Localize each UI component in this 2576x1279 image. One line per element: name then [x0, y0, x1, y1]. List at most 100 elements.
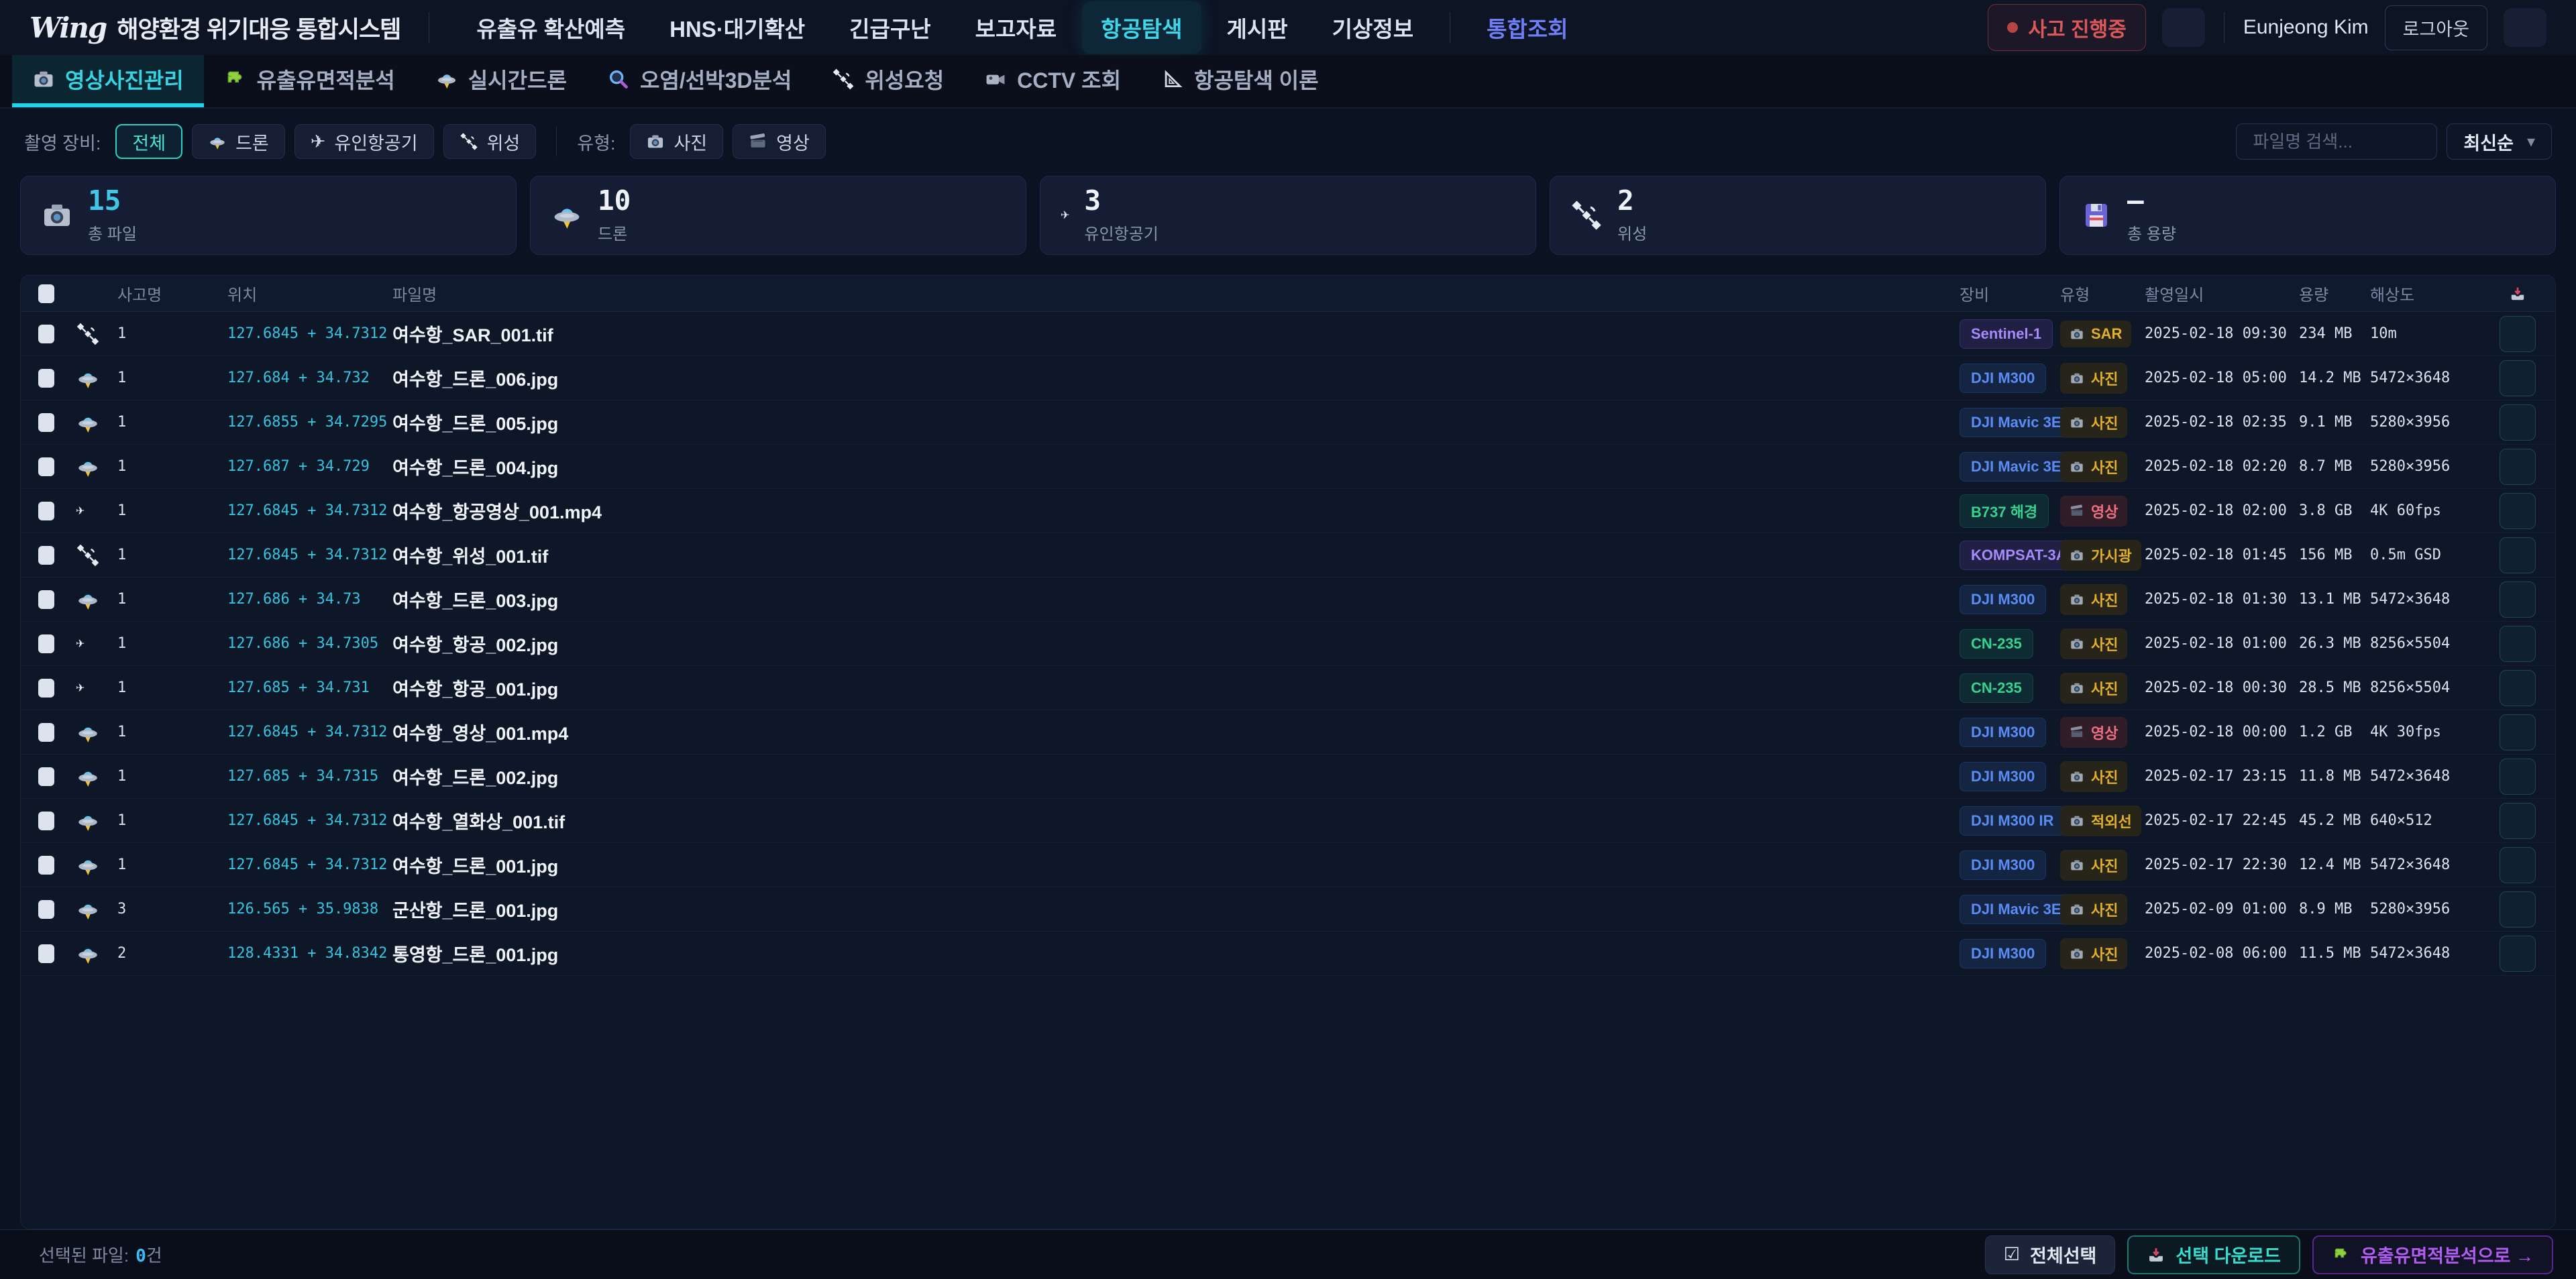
location-coordinates[interactable]: 127.6845 + 34.7312 [227, 325, 392, 342]
ufo-icon [76, 809, 117, 833]
logout-button[interactable]: 로그아웃 [2385, 5, 2487, 50]
col-incident: 사고명 [117, 282, 227, 305]
row-checkbox[interactable] [38, 546, 54, 565]
row-checkbox[interactable] [38, 325, 54, 343]
download-button[interactable] [2500, 714, 2536, 750]
location-coordinates[interactable]: 127.6855 + 34.7295 [227, 414, 392, 431]
row-checkbox[interactable] [38, 369, 54, 388]
select-all-button[interactable]: ☑ 전체선택 [1985, 1235, 2116, 1274]
table-row[interactable]: 1 127.687 + 34.729 여수항_드론_004.jpg DJI Ma… [21, 445, 2555, 489]
row-checkbox[interactable] [38, 502, 54, 520]
row-checkbox[interactable] [38, 590, 54, 609]
location-coordinates[interactable]: 127.685 + 34.7315 [227, 768, 392, 785]
location-coordinates[interactable]: 127.685 + 34.731 [227, 679, 392, 696]
table-row[interactable]: 1 127.6845 + 34.7312 여수항_드론_001.jpg DJI … [21, 843, 2555, 887]
row-checkbox[interactable] [38, 900, 54, 919]
row-checkbox[interactable] [38, 723, 54, 742]
filter-button[interactable]: 사진 [630, 124, 723, 159]
location-coordinates[interactable]: 127.687 + 34.729 [227, 458, 392, 475]
table-row[interactable]: 1 127.6845 + 34.7312 여수항_SAR_001.tif Sen… [21, 312, 2555, 356]
plane-icon: ✈ [311, 131, 326, 152]
nav-item[interactable]: 보고자료 [957, 1, 1075, 54]
filter-button[interactable]: ✈ 유인항공기 [294, 124, 434, 159]
table-row[interactable]: 1 127.6845 + 34.7312 여수항_위성_001.tif KOMP… [21, 533, 2555, 577]
location-coordinates[interactable]: 128.4331 + 34.8342 [227, 945, 392, 962]
clapper-icon [2070, 504, 2084, 518]
filter-button[interactable]: 전체 [115, 124, 182, 159]
row-checkbox[interactable] [38, 812, 54, 830]
nav-item[interactable]: 긴급구난 [830, 1, 949, 54]
notifications-button[interactable] [2162, 8, 2205, 47]
download-button[interactable] [2500, 537, 2536, 573]
table-row[interactable]: 3 126.565 + 35.9838 군산항_드론_001.jpg DJI M… [21, 887, 2555, 932]
row-checkbox[interactable] [38, 457, 54, 476]
table-row[interactable]: 1 127.685 + 34.7315 여수항_드론_002.jpg DJI M… [21, 755, 2555, 799]
filter-button[interactable]: 영상 [733, 124, 826, 159]
tab[interactable]: 유출유면적분석 [204, 55, 415, 107]
table-row[interactable]: 1 127.6845 + 34.7312 여수항_열화상_001.tif DJI… [21, 799, 2555, 843]
table-row[interactable]: ✈ 1 127.6845 + 34.7312 여수항_항공영상_001.mp4 … [21, 489, 2555, 533]
nav-item[interactable]: 항공탐색 [1082, 1, 1201, 54]
captured-at-cell: 2025-02-18 01:45 [2145, 547, 2299, 563]
row-checkbox[interactable] [38, 679, 54, 698]
download-button[interactable] [2500, 581, 2536, 618]
nav-item[interactable]: 게시판 [1208, 1, 1307, 54]
location-coordinates[interactable]: 127.6845 + 34.7312 [227, 856, 392, 873]
tab[interactable]: 오염/선박3D분석 [587, 55, 812, 107]
table-row[interactable]: 1 127.686 + 34.73 여수항_드론_003.jpg DJI M30… [21, 577, 2555, 622]
table-row[interactable]: ✈ 1 127.686 + 34.7305 여수항_항공_002.jpg CN-… [21, 622, 2555, 666]
incident-cell: 1 [117, 856, 227, 873]
download-button[interactable] [2500, 847, 2536, 883]
table-row[interactable]: ✈ 1 127.685 + 34.731 여수항_항공_001.jpg CN-2… [21, 666, 2555, 710]
download-button[interactable] [2500, 891, 2536, 928]
location-coordinates[interactable]: 127.6845 + 34.7312 [227, 724, 392, 740]
row-checkbox[interactable] [38, 413, 54, 432]
table-row[interactable]: 1 127.6845 + 34.7312 여수항_영상_001.mp4 DJI … [21, 710, 2555, 755]
filename-search-input[interactable] [2236, 123, 2437, 160]
download-button[interactable] [2500, 670, 2536, 706]
tab[interactable]: 실시간드론 [415, 55, 587, 107]
hamburger-menu-button[interactable] [2504, 8, 2546, 47]
location-coordinates[interactable]: 127.6845 + 34.7312 [227, 812, 392, 829]
type-label: 적외선 [2091, 810, 2132, 832]
download-button[interactable] [2500, 360, 2536, 396]
table-row[interactable]: 1 127.6855 + 34.7295 여수항_드론_005.jpg DJI … [21, 400, 2555, 445]
selected-files-text: 선택된 파일:0건 [39, 1242, 162, 1267]
row-checkbox[interactable] [38, 856, 54, 875]
tab[interactable]: 영상사진관리 [12, 55, 204, 107]
location-coordinates[interactable]: 127.6845 + 34.7312 [227, 547, 392, 563]
table-row[interactable]: 2 128.4331 + 34.8342 통영항_드론_001.jpg DJI … [21, 932, 2555, 976]
download-button[interactable] [2500, 936, 2536, 972]
download-button[interactable] [2500, 759, 2536, 795]
download-button[interactable] [2500, 316, 2536, 352]
tab[interactable]: CCTV 조회 [964, 55, 1141, 107]
to-oil-area-analysis-button[interactable]: 유출유면적분석으로 → [2312, 1235, 2553, 1274]
tab[interactable]: 항공탐색 이론 [1141, 55, 1339, 107]
location-coordinates[interactable]: 127.686 + 34.73 [227, 591, 392, 608]
sort-select[interactable]: 최신순 ▾ [2447, 123, 2552, 160]
table-row[interactable]: 1 127.684 + 34.732 여수항_드론_006.jpg DJI M3… [21, 356, 2555, 400]
row-checkbox[interactable] [38, 767, 54, 786]
download-button[interactable] [2500, 626, 2536, 662]
device-filter-group: 전체 드론 ✈ 유인항공기 위성 [115, 124, 536, 159]
row-checkbox[interactable] [38, 634, 54, 653]
nav-item[interactable]: 유출유 확산예측 [458, 1, 644, 54]
nav-item[interactable]: 기상정보 [1313, 1, 1432, 54]
download-button[interactable] [2500, 449, 2536, 485]
location-coordinates[interactable]: 127.6845 + 34.7312 [227, 502, 392, 519]
tab[interactable]: 위성요청 [812, 55, 964, 107]
location-coordinates[interactable]: 127.686 + 34.7305 [227, 635, 392, 652]
download-button[interactable] [2500, 493, 2536, 529]
nav-item[interactable]: 통합조회 [1468, 1, 1587, 54]
select-all-checkbox[interactable] [38, 284, 54, 303]
download-selected-button[interactable]: 선택 다운로드 [2127, 1235, 2300, 1274]
nav-item[interactable]: HNS·대기확산 [651, 1, 824, 54]
filter-button[interactable]: 드론 [192, 124, 285, 159]
download-button[interactable] [2500, 803, 2536, 839]
download-button[interactable] [2500, 404, 2536, 441]
row-checkbox[interactable] [38, 944, 54, 963]
filter-button[interactable]: 위성 [443, 124, 537, 159]
location-coordinates[interactable]: 126.565 + 35.9838 [227, 901, 392, 917]
filename-cell: 여수항_SAR_001.tif [392, 321, 1960, 347]
location-coordinates[interactable]: 127.684 + 34.732 [227, 370, 392, 386]
